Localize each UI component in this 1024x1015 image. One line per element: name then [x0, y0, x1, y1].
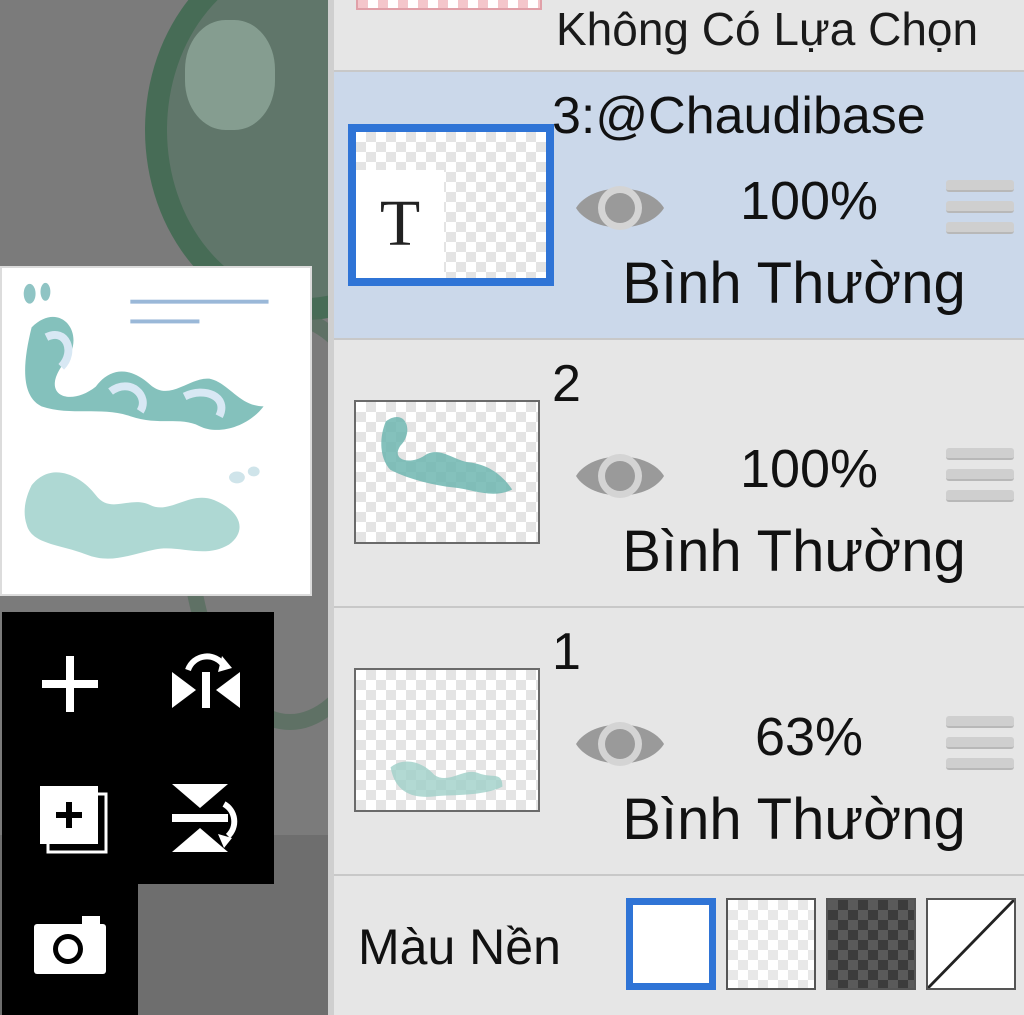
background-color-label: Màu Nền [358, 919, 561, 975]
blend-mode[interactable]: Bình Thường [564, 518, 1024, 585]
layer-preview [0, 266, 312, 596]
layer-row-3[interactable]: 3:@Chaudibase T 100% Bình Thường [334, 72, 1024, 340]
visibility-eye-icon[interactable] [572, 444, 668, 508]
background-transparent-dark-swatch[interactable] [826, 898, 916, 990]
flip-horizontal-button[interactable] [156, 634, 256, 734]
canvas-area[interactable] [0, 0, 328, 1015]
layer-thumbnail[interactable]: T [348, 124, 554, 286]
flip-vertical-button[interactable] [156, 768, 256, 868]
duplicate-layer-icon [40, 786, 108, 854]
flip-vertical-icon [172, 784, 238, 852]
visibility-eye-icon[interactable] [572, 712, 668, 776]
camera-button[interactable] [20, 894, 120, 994]
layer-name: 3:@Chaudibase [552, 87, 926, 145]
flip-horizontal-icon [172, 653, 240, 708]
no-background-icon [928, 900, 1014, 988]
preview-artwork [23, 282, 269, 559]
blend-mode[interactable]: Bình Thường [564, 786, 1024, 853]
layer-name: 2 [552, 355, 581, 413]
layer-opacity[interactable]: 100% [714, 170, 904, 232]
text-layer-icon: T [356, 170, 444, 278]
visibility-eye-icon[interactable] [572, 176, 668, 240]
background-none-swatch[interactable] [926, 898, 1016, 990]
selection-layer-row[interactable]: Không Có Lựa Chọn [334, 0, 1024, 72]
layer-thumbnail-art [390, 761, 503, 797]
duplicate-layer-button[interactable] [20, 768, 120, 868]
layer-opacity[interactable]: 63% [714, 706, 904, 768]
layer-row-1[interactable]: 1 63% Bình Thường [334, 608, 1024, 876]
layer-name: 1 [552, 623, 581, 681]
drag-handle-icon[interactable] [946, 180, 1014, 238]
blend-mode[interactable]: Bình Thường [564, 250, 1024, 317]
layer-thumbnail[interactable] [354, 400, 540, 544]
add-layer-button[interactable] [20, 634, 120, 734]
layer-thumbnail[interactable] [354, 668, 540, 812]
layers-panel: Không Có Lựa Chọn 3:@Chaudibase T 100% B… [328, 0, 1024, 1015]
background-color-row: Màu Nền [334, 878, 1024, 1015]
layer-tools-panel-ext [2, 884, 138, 1015]
plus-icon [42, 656, 98, 712]
drag-handle-icon[interactable] [946, 448, 1014, 506]
layer-opacity[interactable]: 100% [714, 438, 904, 500]
camera-icon [34, 916, 106, 974]
layer-row-2[interactable]: 2 100% Bình Thường [334, 340, 1024, 608]
selection-label: Không Có Lựa Chọn [556, 3, 979, 55]
canvas-artwork-cloud [185, 20, 275, 130]
drag-handle-icon[interactable] [946, 716, 1014, 774]
background-white-swatch[interactable] [626, 898, 716, 990]
layer-tools-panel [2, 612, 274, 884]
background-transparent-light-swatch[interactable] [726, 898, 816, 990]
layer-thumbnail-art [381, 416, 513, 494]
selection-thumbnail [356, 0, 542, 10]
